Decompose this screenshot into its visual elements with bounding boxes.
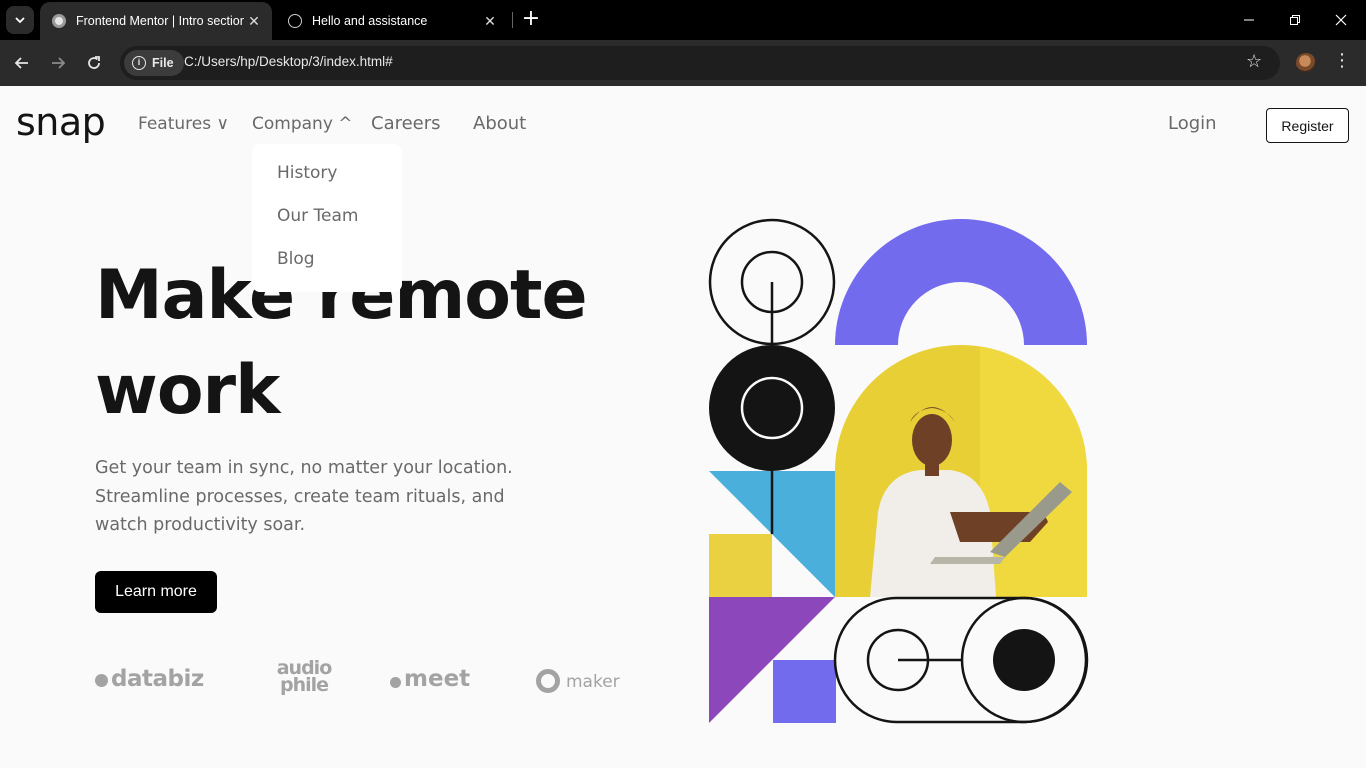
address-bar[interactable]: i File C:/Users/hp/Desktop/3/index.html#… xyxy=(120,46,1280,80)
browser-menu-icon[interactable]: ⋮ xyxy=(1330,50,1354,71)
favicon-icon xyxy=(52,14,66,28)
chevron-down-icon xyxy=(15,17,25,24)
browser-toolbar: i File C:/Users/hp/Desktop/3/index.html#… xyxy=(0,40,1366,86)
close-icon xyxy=(1335,14,1347,26)
tab-title: Frontend Mentor | Intro section xyxy=(76,14,244,28)
minimize-icon xyxy=(1244,19,1254,21)
bookmark-star-icon[interactable]: ☆ xyxy=(1246,51,1262,72)
hero-photo xyxy=(835,345,1087,597)
tab-divider xyxy=(512,12,513,28)
purple-square xyxy=(773,660,836,723)
databiz-mark-icon xyxy=(95,674,108,687)
back-button[interactable] xyxy=(7,48,37,78)
info-icon: i xyxy=(132,56,146,70)
forward-button[interactable] xyxy=(43,48,73,78)
restore-icon xyxy=(1290,15,1300,25)
profile-avatar[interactable] xyxy=(1296,53,1316,73)
close-tab-icon[interactable]: ✕ xyxy=(244,13,264,30)
tab-frontend-mentor[interactable]: Frontend Mentor | Intro section ✕ xyxy=(40,2,272,40)
meet-mark-icon xyxy=(390,677,401,688)
learn-more-button[interactable]: Learn more xyxy=(95,571,217,613)
page: snap Features ∨ Company ^ Careers About … xyxy=(0,86,1366,768)
hero-subtitle: Get your team in sync, no matter your lo… xyxy=(95,458,513,535)
tab-title: Hello and assistance xyxy=(312,14,428,28)
yellow-square xyxy=(709,534,772,597)
tab-hello-assistance[interactable]: Hello and assistance ✕ xyxy=(276,2,508,40)
site-info-chip[interactable]: i File xyxy=(124,50,184,76)
url-text[interactable]: C:/Users/hp/Desktop/3/index.html# xyxy=(184,54,393,69)
login-link[interactable]: Login xyxy=(1168,113,1217,134)
client-logo-audiophile: audio phile xyxy=(276,657,333,696)
close-tab-icon[interactable]: ✕ xyxy=(480,13,500,30)
arrow-right-icon xyxy=(52,57,66,69)
dropdown-item-our-team[interactable]: Our Team xyxy=(277,206,358,226)
reload-button[interactable] xyxy=(79,48,109,78)
client-logo-meet: meet xyxy=(390,666,470,692)
hero-illustration xyxy=(708,218,1089,724)
new-tab-button[interactable]: + xyxy=(518,6,544,34)
chatgpt-favicon-icon xyxy=(288,14,302,28)
dropdown-item-history[interactable]: History xyxy=(277,163,337,183)
close-window-button[interactable] xyxy=(1318,0,1364,40)
client-logo-maker: maker xyxy=(536,669,620,693)
site-logo[interactable]: snap xyxy=(16,100,106,144)
scheme-label: File xyxy=(152,56,174,70)
nav-company[interactable]: Company ^ xyxy=(252,114,353,134)
tab-strip: Frontend Mentor | Intro section ✕ Hello … xyxy=(0,0,1366,40)
restore-button[interactable] xyxy=(1272,0,1318,40)
tab-search-button[interactable] xyxy=(6,6,34,34)
arrow-left-icon xyxy=(14,57,28,69)
client-logo-databiz: databiz xyxy=(95,666,204,692)
purple-arch xyxy=(835,219,1087,345)
minimize-button[interactable] xyxy=(1226,0,1272,40)
nav-features[interactable]: Features ∨ xyxy=(138,114,229,134)
nav-about[interactable]: About xyxy=(473,113,526,134)
nav-careers[interactable]: Careers xyxy=(371,113,441,134)
register-button[interactable]: Register xyxy=(1266,108,1349,143)
reload-icon xyxy=(88,56,100,69)
hero-title-line2: work xyxy=(95,351,280,430)
maker-mark-icon xyxy=(536,669,560,693)
dropdown-item-blog[interactable]: Blog xyxy=(277,249,315,269)
company-dropdown-panel: History Our Team Blog xyxy=(252,144,402,292)
